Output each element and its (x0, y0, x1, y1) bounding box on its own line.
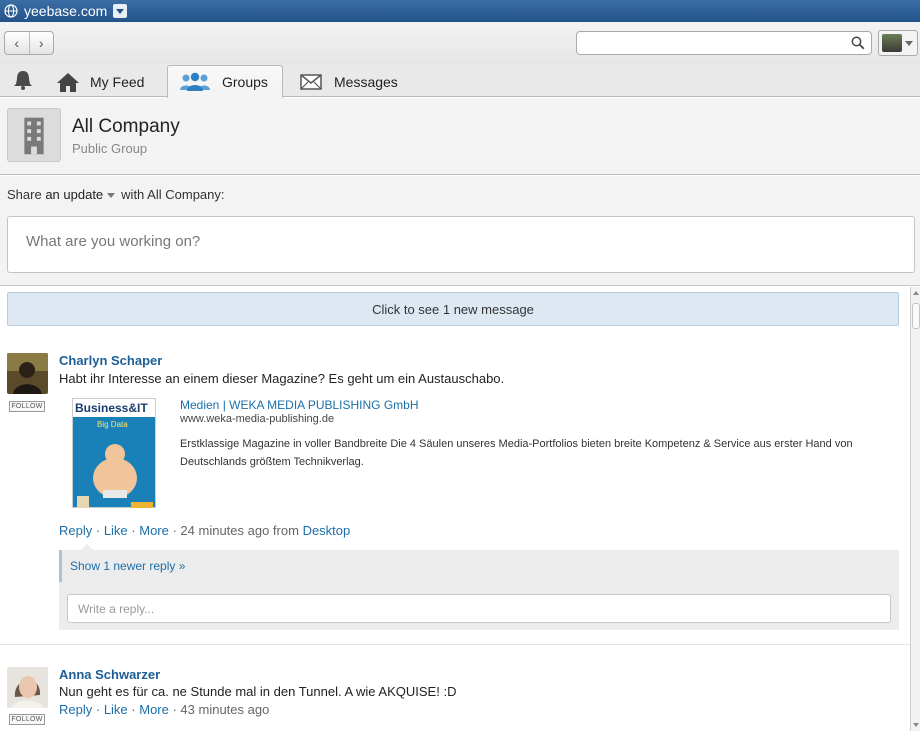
window-menu-dropdown[interactable] (113, 4, 128, 18)
scroll-thumb[interactable] (912, 303, 920, 329)
post-text: Habt ihr Interesse an einem dieser Magaz… (59, 371, 505, 386)
envelope-icon (300, 73, 322, 90)
post-divider (0, 644, 910, 645)
avatar[interactable] (7, 667, 48, 708)
group-header: All Company Public Group (0, 98, 920, 175)
share-type-dropdown[interactable]: an update (45, 187, 103, 202)
tab-label: Groups (222, 74, 268, 90)
caret-down-icon[interactable] (107, 193, 116, 198)
follow-button[interactable]: FOLLOW (9, 401, 45, 412)
window-titlebar: yeebase.com (0, 0, 920, 22)
user-avatar (882, 34, 902, 52)
anna-avatar (7, 667, 48, 708)
feed-scrollbar[interactable] (910, 287, 920, 731)
feed: Click to see 1 new message FOLLOW Charly… (0, 287, 910, 731)
back-button[interactable]: ‹ (5, 32, 29, 54)
post-text: Nun geht es für ca. ne Stunde mal in den… (59, 684, 457, 699)
toolbar: ‹ › (0, 22, 920, 64)
tab-messages[interactable]: Messages (298, 65, 398, 98)
window-title: yeebase.com (24, 3, 108, 19)
reply-box (67, 594, 891, 623)
post-author[interactable]: Anna Schwarzer (59, 667, 160, 682)
share-panel: Share an update with All Company: (0, 176, 920, 286)
share-suffix: with All Company: (121, 187, 225, 202)
more-link[interactable]: More (139, 702, 169, 717)
tab-my-feed[interactable]: My Feed (56, 65, 154, 98)
attachment-url: www.weka-media-publishing.de (180, 413, 335, 425)
search-icon[interactable] (851, 36, 865, 50)
group-type: Public Group (72, 141, 148, 156)
attachment-title[interactable]: Medien | WEKA MEDIA PUBLISHING GmbH (180, 398, 419, 412)
scroll-down-icon[interactable] (913, 723, 919, 727)
more-link[interactable]: More (139, 523, 169, 538)
like-link[interactable]: Like (104, 523, 128, 538)
search-box (576, 31, 872, 55)
post-time: 24 minutes ago from (180, 523, 299, 538)
charlyn-avatar (7, 353, 48, 394)
group-name: All Company (72, 116, 180, 137)
update-composer (7, 216, 915, 273)
post-actions: Reply · Like · More · 43 minutes ago (59, 702, 270, 717)
attachment-thumbnail[interactable]: Business&IT Big Data (72, 398, 156, 508)
show-newer-reply[interactable]: Show 1 newer reply » (59, 550, 899, 582)
building-icon (7, 108, 61, 162)
home-icon (57, 72, 79, 92)
post-author[interactable]: Charlyn Schaper (59, 353, 162, 368)
bell-icon[interactable] (10, 69, 36, 91)
globe-icon (4, 4, 18, 18)
source-link[interactable]: Desktop (303, 523, 351, 538)
follow-button[interactable]: FOLLOW (9, 714, 45, 725)
attachment-description: Erstklassige Magazine in voller Bandbrei… (180, 438, 853, 468)
tab-label: My Feed (90, 73, 145, 90)
new-message-banner[interactable]: Click to see 1 new message (7, 292, 899, 326)
share-prefix: Share (7, 187, 42, 202)
chevron-down-icon (905, 41, 913, 46)
reply-link[interactable]: Reply (59, 523, 92, 538)
account-menu[interactable] (878, 30, 918, 56)
thumb-title: Business&IT (73, 399, 155, 417)
magazine-cover-icon (77, 444, 153, 508)
scroll-up-icon[interactable] (913, 291, 919, 295)
groups-icon (180, 72, 210, 91)
like-link[interactable]: Like (104, 702, 128, 717)
reply-link[interactable]: Reply (59, 702, 92, 717)
thumb-subtitle: Big Data (97, 420, 128, 429)
search-input[interactable] (583, 32, 843, 54)
main-tabs: My Feed Groups Messages (0, 64, 920, 98)
post-actions: Reply · Like · More · 24 minutes ago fro… (59, 523, 351, 538)
reply-thread: Show 1 newer reply » (59, 544, 899, 630)
share-line: Share an update with All Company: (7, 187, 225, 202)
reply-input[interactable] (78, 602, 868, 616)
tab-label: Messages (334, 73, 398, 90)
forward-button[interactable]: › (28, 32, 54, 54)
update-input[interactable] (26, 233, 886, 250)
post-time: 43 minutes ago (180, 702, 270, 717)
avatar[interactable] (7, 353, 48, 394)
history-nav: ‹ › (4, 31, 54, 55)
tab-groups[interactable]: Groups (167, 65, 283, 98)
